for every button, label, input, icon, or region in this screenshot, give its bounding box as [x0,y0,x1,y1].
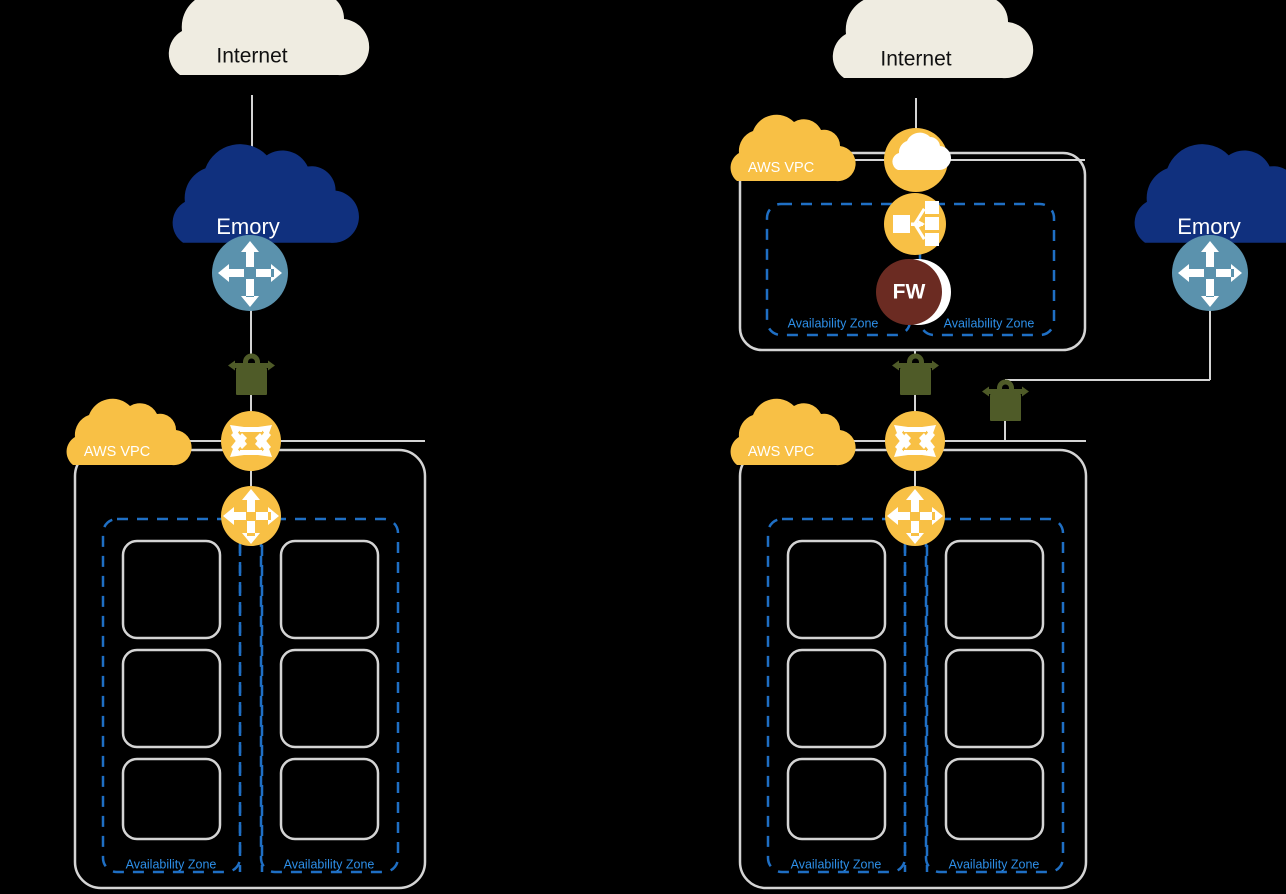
subnet-box [121,757,222,841]
subnet-group-right [786,539,1045,841]
subnet-box [944,648,1045,749]
az-connector-stubs-right [903,545,929,872]
aws-vpc-label: AWS VPC [748,160,814,176]
internet-gateway-icon [884,128,952,192]
availability-zone-label: Availability Zone [949,857,1040,871]
availability-zone-label: Availability Zone [791,857,882,871]
internet-label: Internet [216,45,287,68]
availability-zone-label: Availability Zone [284,857,375,871]
subnet-box [279,539,380,640]
availability-zone-label: Availability Zone [944,316,1035,330]
connector-lines [150,95,1211,494]
internet-label: Internet [880,48,951,71]
transit-gateway-icon [885,411,945,471]
subnet-box [279,648,380,749]
az-connector-stubs-left [238,545,264,872]
subnet-box [786,539,887,640]
subnet-box [121,648,222,749]
subnet-box [121,539,222,640]
vpc-router-icon [885,486,945,546]
load-balancer-icon [884,193,946,255]
diagram-canvas: Availability Zone Availability Zone Inte… [0,0,1286,894]
router-4way-icon [1172,235,1248,311]
transit-gateway-icon [221,411,281,471]
aws-vpc-label: AWS VPC [748,444,814,460]
vpn-gateway-icon [982,379,1029,421]
vpn-gateway-icon [228,353,275,395]
subnet-box [786,757,887,841]
subnet-group-left [121,539,380,841]
subnet-box [944,757,1045,841]
vpc-router-icon [221,486,281,546]
subnet-box [944,539,1045,640]
firewall-label: FW [893,281,926,304]
vpn-gateway-icon [892,353,939,395]
subnet-box [786,648,887,749]
aws-vpc-label: AWS VPC [84,444,150,460]
router-4way-icon [212,235,288,311]
availability-zone-label: Availability Zone [126,857,217,871]
availability-zone-label: Availability Zone [788,316,879,330]
network-architecture-diagram: Availability Zone Availability Zone Inte… [66,0,1286,890]
subnet-box [279,757,380,841]
